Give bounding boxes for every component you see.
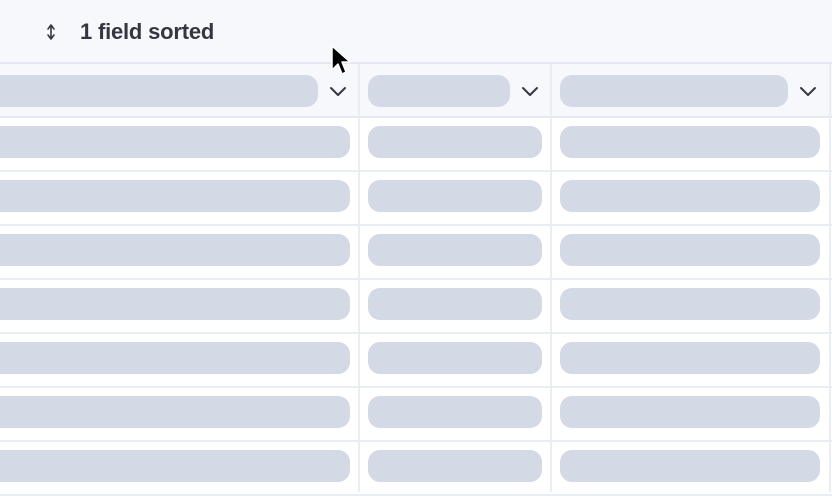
cell-skeleton-col-3 <box>560 342 820 374</box>
table-row[interactable] <box>0 280 832 334</box>
cell-skeleton-col-3 <box>560 288 820 320</box>
cell-skeleton-col-2 <box>368 180 542 212</box>
chevron-down-icon[interactable] <box>327 80 349 102</box>
cell-skeleton-col-3 <box>560 396 820 428</box>
column-header-2-skeleton[interactable] <box>368 75 510 107</box>
table-row[interactable] <box>0 334 832 388</box>
chevron-down-icon[interactable] <box>797 80 819 102</box>
cell-skeleton-col-1 <box>0 234 350 266</box>
cell-skeleton-col-2 <box>368 288 542 320</box>
sort-fields-button[interactable]: 1 field sorted <box>36 14 218 50</box>
sort-status-label: 1 field sorted <box>80 19 215 44</box>
cell-skeleton-col-1 <box>0 288 350 320</box>
data-grid <box>0 64 832 496</box>
cell-skeleton-col-2 <box>368 342 542 374</box>
chevron-down-icon[interactable] <box>519 80 541 102</box>
table-row[interactable] <box>0 172 832 226</box>
table-row[interactable] <box>0 226 832 280</box>
cell-skeleton-col-2 <box>368 126 542 158</box>
cell-skeleton-col-1 <box>0 396 350 428</box>
cell-skeleton-col-2 <box>368 450 542 482</box>
cell-skeleton-col-1 <box>0 126 350 158</box>
table-row[interactable] <box>0 442 832 496</box>
table-row[interactable] <box>0 118 832 172</box>
cell-skeleton-col-3 <box>560 450 820 482</box>
cell-skeleton-col-3 <box>560 234 820 266</box>
cell-skeleton-col-3 <box>560 180 820 212</box>
cell-skeleton-col-2 <box>368 234 542 266</box>
sort-arrows-icon <box>47 24 55 40</box>
mouse-pointer-icon <box>331 45 351 75</box>
cell-skeleton-col-2 <box>368 396 542 428</box>
cell-skeleton-col-1 <box>0 450 350 482</box>
grid-toolbar: 1 field sorted <box>0 0 832 64</box>
column-header-1-skeleton[interactable] <box>0 75 318 107</box>
cell-skeleton-col-1 <box>0 342 350 374</box>
table-row[interactable] <box>0 388 832 442</box>
cell-skeleton-col-1 <box>0 180 350 212</box>
grid-header-row <box>0 64 832 118</box>
column-header-3-skeleton[interactable] <box>560 75 788 107</box>
cell-skeleton-col-3 <box>560 126 820 158</box>
